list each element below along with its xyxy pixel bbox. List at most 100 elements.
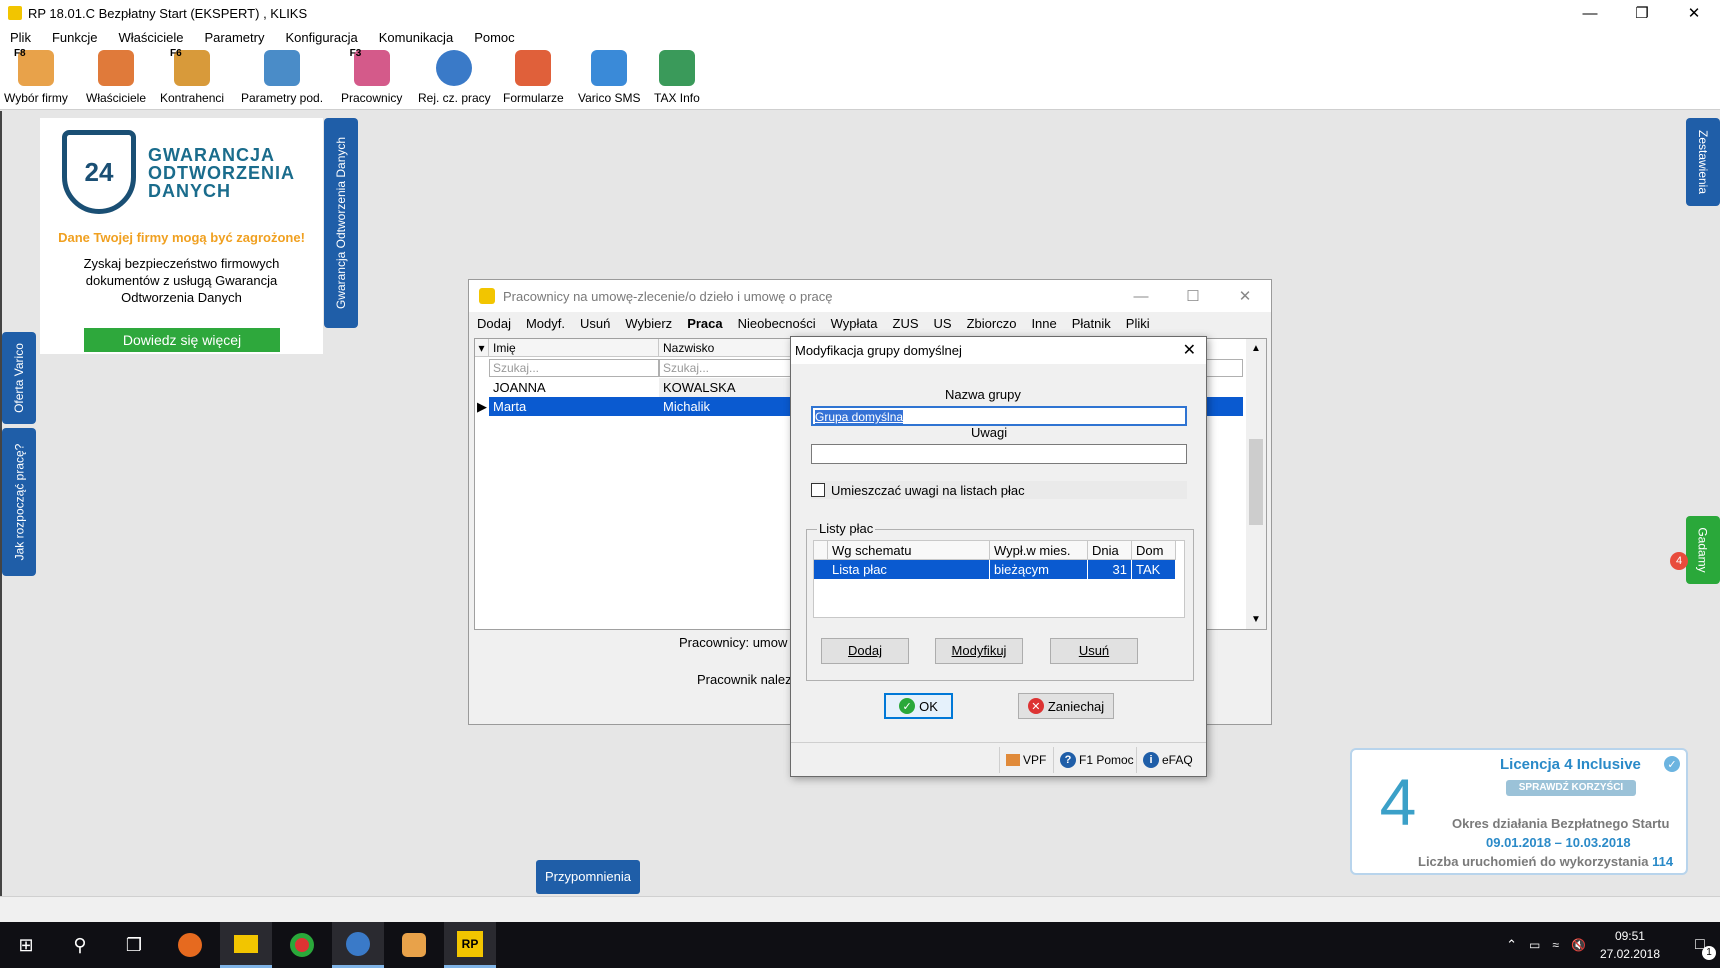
volume-muted-icon[interactable]: 🔇: [1571, 938, 1586, 952]
status-pracownicy: Pracownicy: umow: [679, 635, 788, 650]
side-tab-gwarancja[interactable]: Gwarancja Odtworzenia Danych: [324, 118, 358, 328]
notifications-icon[interactable]: □ 1: [1680, 936, 1720, 960]
scroll-thumb[interactable]: [1249, 439, 1263, 525]
toolbar-formularze-button[interactable]: Formularze: [503, 50, 564, 108]
menu-modyf[interactable]: Modyf.: [526, 316, 565, 331]
battery-icon[interactable]: ▭: [1529, 938, 1540, 952]
help-button[interactable]: ? F1 Pomoc: [1053, 747, 1134, 773]
toolbar-pracownicy-button[interactable]: F3 Pracownicy: [341, 48, 402, 108]
toolbar-wybor-firmy-button[interactable]: F8 Wybór firmy: [4, 48, 68, 108]
menu-zus[interactable]: ZUS: [893, 316, 919, 331]
column-header-schema[interactable]: Wg schematu: [828, 541, 990, 560]
toolbar-parametry-pod-button[interactable]: Parametry pod.: [241, 50, 323, 108]
menu-wybierz[interactable]: Wybierz: [625, 316, 672, 331]
column-header-month[interactable]: Wypł.w mies.: [990, 541, 1088, 560]
menu-dodaj[interactable]: Dodaj: [477, 316, 511, 331]
notes-on-payroll-label: Umieszczać uwagi na listach płac: [831, 482, 1025, 498]
delete-button[interactable]: Usuń: [1050, 638, 1138, 664]
employees-close-button[interactable]: ✕: [1219, 280, 1271, 312]
scroll-down-icon[interactable]: ▼: [1246, 614, 1266, 625]
ok-button[interactable]: ✓ OK: [884, 693, 953, 719]
vpf-button[interactable]: VPF: [999, 747, 1046, 773]
cancel-button[interactable]: ✕ Zaniechaj: [1018, 693, 1114, 719]
sort-arrow-icon[interactable]: ▾: [475, 339, 489, 357]
column-header-imie[interactable]: Imię: [489, 339, 659, 357]
dialog-close-icon[interactable]: ✕: [1183, 337, 1196, 364]
menu-inne[interactable]: Inne: [1031, 316, 1056, 331]
menu-usun[interactable]: Usuń: [580, 316, 610, 331]
toolbar-kontrahenci-button[interactable]: F6 Kontrahenci: [160, 48, 224, 108]
license-dates: 09.01.2018 – 10.03.2018: [1486, 835, 1631, 850]
toolbar-wlasciciele-button[interactable]: Właściciele: [86, 50, 146, 108]
app-orange-icon[interactable]: [388, 922, 440, 968]
rp-app-icon[interactable]: RP: [444, 922, 496, 968]
menu-konfiguracja[interactable]: Konfiguracja: [285, 30, 357, 45]
modify-button[interactable]: Modyfikuj: [935, 638, 1023, 664]
group-name-input[interactable]: Grupa domyślna: [811, 406, 1187, 426]
side-tab-jak-rozpoczac[interactable]: Jak rozpocząć pracę?: [2, 428, 36, 576]
search-imie-input[interactable]: Szukaj...: [489, 359, 659, 377]
payroll-lists-group: Listy płac Wg schematu Wypł.w mies. Dnia…: [806, 521, 1194, 681]
file-explorer-icon[interactable]: [220, 922, 272, 968]
grid-scrollbar[interactable]: ▲ ▼: [1246, 339, 1266, 629]
cancel-icon: ✕: [1027, 698, 1044, 714]
side-tab-zestawienia[interactable]: Zestawienia: [1686, 118, 1720, 206]
modify-group-dialog: Modyfikacja grupy domyślnej ✕ Nazwa grup…: [790, 336, 1207, 777]
license-count-label: Liczba uruchomień do wykorzystania: [1418, 854, 1649, 869]
column-header-day[interactable]: Dnia: [1088, 541, 1132, 560]
menu-praca[interactable]: Praca: [687, 316, 722, 331]
toolbar-rej-cz-pracy-button[interactable]: Rej. cz. pracy: [418, 50, 491, 108]
tax-info-icon: [658, 50, 695, 86]
side-tab-oferta-varico[interactable]: Oferta Varico: [2, 332, 36, 424]
promo-learn-more-button[interactable]: Dowiedz się więcej: [84, 328, 280, 352]
menu-wlasciciele[interactable]: Właściciele: [118, 30, 183, 45]
app-globe-icon[interactable]: [332, 922, 384, 968]
check-benefits-button[interactable]: SPRAWDŹ KORZYŚCI: [1506, 780, 1636, 796]
notes-on-payroll-checkbox[interactable]: [811, 483, 825, 497]
restore-button[interactable]: ❐: [1616, 0, 1668, 26]
side-tab-gadamy[interactable]: Gadamy: [1686, 516, 1720, 584]
menu-pomoc[interactable]: Pomoc: [474, 30, 514, 45]
clock[interactable]: 09:51 27.02.2018: [1600, 927, 1660, 963]
close-button[interactable]: ✕: [1668, 0, 1720, 26]
reminders-tab[interactable]: Przypomnienia: [536, 860, 640, 894]
menu-platnik[interactable]: Płatnik: [1072, 316, 1111, 331]
employees-minimize-button[interactable]: —: [1115, 280, 1167, 312]
table-row-selected[interactable]: Marta: [489, 397, 659, 416]
payroll-lists-table: Wg schematu Wypł.w mies. Dnia Dom Lista …: [813, 540, 1185, 618]
menu-komunikacja[interactable]: Komunikacja: [379, 30, 453, 45]
chevron-up-icon[interactable]: ⌃: [1506, 937, 1517, 953]
scroll-up-icon[interactable]: ▲: [1246, 343, 1266, 354]
clock-date: 27.02.2018: [1599, 947, 1660, 961]
wifi-icon[interactable]: ≈: [1552, 938, 1559, 952]
menu-wyplata[interactable]: Wypłata: [831, 316, 878, 331]
search-icon[interactable]: ⚲: [54, 922, 106, 968]
table-row[interactable]: JOANNA: [489, 378, 659, 397]
minimize-button[interactable]: —: [1564, 0, 1616, 26]
toolbar-varico-sms-button[interactable]: Varico SMS: [578, 50, 640, 108]
menu-funkcje[interactable]: Funkcje: [52, 30, 98, 45]
menu-parametry[interactable]: Parametry: [205, 30, 265, 45]
windows-start-icon[interactable]: ⊞: [0, 922, 52, 968]
check-icon: ✓: [1664, 756, 1680, 772]
employees-maximize-button[interactable]: ☐: [1167, 280, 1219, 312]
task-view-icon[interactable]: ❐: [108, 922, 160, 968]
cell-schema: Lista płac: [828, 560, 990, 579]
toolbar-tax-info-button[interactable]: TAX Info: [654, 50, 700, 108]
menu-zbiorczo[interactable]: Zbiorczo: [967, 316, 1017, 331]
table-row[interactable]: Lista płac bieżącym 31 TAK: [814, 560, 1176, 579]
menu-pliki[interactable]: Pliki: [1126, 316, 1150, 331]
chrome-icon[interactable]: [276, 922, 328, 968]
notes-input[interactable]: [811, 444, 1187, 464]
firefox-icon[interactable]: [164, 922, 216, 968]
menu-plik[interactable]: Plik: [10, 30, 31, 45]
toolbar: F8 Wybór firmy Właściciele F6 Kontrahenc…: [0, 48, 1720, 110]
menu-us[interactable]: US: [934, 316, 952, 331]
contractors-icon: F6: [170, 48, 211, 86]
menu-nieobecnosci[interactable]: Nieobecności: [738, 316, 816, 331]
column-header-dom[interactable]: Dom: [1132, 541, 1176, 560]
window-title: RP 18.01.C Bezpłatny Start (EKSPERT) , K…: [28, 5, 308, 21]
notes-on-payroll-checkbox-row[interactable]: Umieszczać uwagi na listach płac: [811, 481, 1187, 499]
efaq-button[interactable]: i eFAQ: [1136, 747, 1193, 773]
add-button[interactable]: Dodaj: [821, 638, 909, 664]
